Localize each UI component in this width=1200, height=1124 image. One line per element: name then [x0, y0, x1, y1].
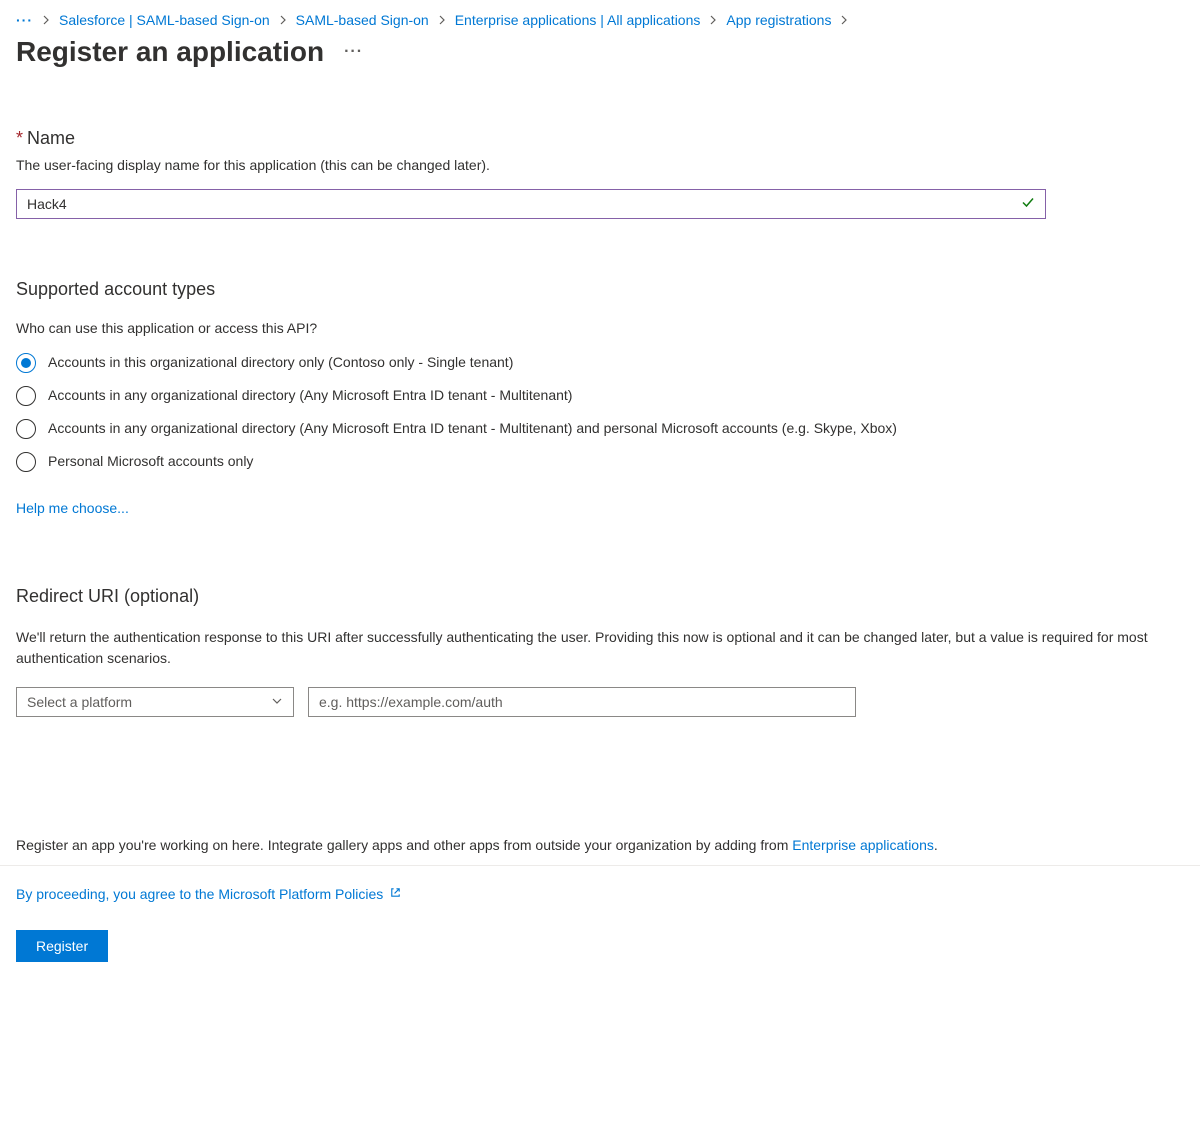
chevron-right-icon [839, 12, 849, 28]
radio-circle-icon [16, 452, 36, 472]
radio-label: Personal Microsoft accounts only [48, 451, 253, 472]
breadcrumb-link[interactable]: App registrations [726, 12, 831, 28]
page-title: Register an application [16, 36, 324, 68]
breadcrumb-link[interactable]: Salesforce | SAML-based Sign-on [59, 12, 270, 28]
redirect-controls: Select a platform [16, 687, 1184, 717]
breadcrumb-link[interactable]: SAML-based Sign-on [296, 12, 429, 28]
name-input-wrapper [16, 189, 1046, 219]
radio-personal-only[interactable]: Personal Microsoft accounts only [16, 451, 1184, 472]
chevron-right-icon [708, 12, 718, 28]
account-type-radio-group: Accounts in this organizational director… [16, 352, 1184, 472]
help-me-choose-link[interactable]: Help me choose... [16, 500, 129, 516]
divider [0, 865, 1200, 866]
radio-circle-icon [16, 419, 36, 439]
name-label: *Name [16, 128, 1184, 149]
supported-accounts-heading: Supported account types [16, 279, 1184, 300]
more-options-icon[interactable]: ··· [344, 43, 363, 61]
redirect-uri-heading: Redirect URI (optional) [16, 586, 1184, 607]
register-button[interactable]: Register [16, 930, 108, 962]
redirect-uri-input[interactable] [308, 687, 856, 717]
platform-select-label: Select a platform [27, 694, 132, 710]
radio-circle-icon [16, 386, 36, 406]
name-section: *Name The user-facing display name for t… [16, 128, 1184, 219]
radio-label: Accounts in this organizational director… [48, 352, 513, 373]
supported-accounts-subheading: Who can use this application or access t… [16, 320, 1184, 336]
breadcrumb-overflow-icon[interactable]: ··· [16, 12, 33, 28]
chevron-right-icon [278, 12, 288, 28]
name-input[interactable] [16, 189, 1046, 219]
chevron-right-icon [41, 12, 51, 28]
name-description: The user-facing display name for this ap… [16, 157, 1184, 173]
radio-label: Accounts in any organizational directory… [48, 385, 572, 406]
required-star-icon: * [16, 128, 23, 148]
page-title-row: Register an application ··· [16, 36, 1184, 68]
enterprise-applications-link[interactable]: Enterprise applications [792, 837, 934, 853]
platform-policies-link[interactable]: By proceeding, you agree to the Microsof… [16, 886, 402, 902]
checkmark-icon [1020, 195, 1036, 214]
footer-note: Register an app you're working on here. … [16, 837, 1184, 853]
radio-multitenant-personal[interactable]: Accounts in any organizational directory… [16, 418, 1184, 439]
radio-label: Accounts in any organizational directory… [48, 418, 897, 439]
radio-circle-icon [16, 353, 36, 373]
supported-accounts-section: Supported account types Who can use this… [16, 279, 1184, 516]
redirect-uri-description: We'll return the authentication response… [16, 627, 1156, 669]
platform-select[interactable]: Select a platform [16, 687, 294, 717]
breadcrumb: ··· Salesforce | SAML-based Sign-on SAML… [16, 12, 1184, 28]
chevron-right-icon [437, 12, 447, 28]
external-link-icon [389, 886, 402, 902]
chevron-down-icon [271, 694, 283, 710]
redirect-uri-section: Redirect URI (optional) We'll return the… [16, 586, 1184, 717]
radio-single-tenant[interactable]: Accounts in this organizational director… [16, 352, 1184, 373]
breadcrumb-link[interactable]: Enterprise applications | All applicatio… [455, 12, 701, 28]
radio-multitenant[interactable]: Accounts in any organizational directory… [16, 385, 1184, 406]
